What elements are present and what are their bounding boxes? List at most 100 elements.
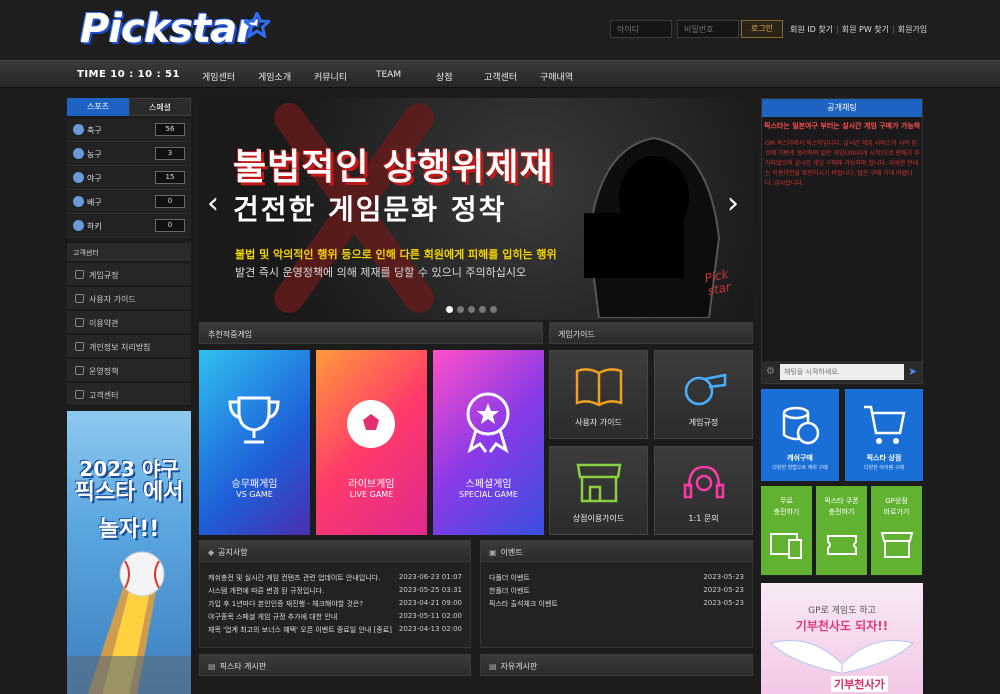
event-board: ▣ 이벤트 다폴더 이벤트 2023-05-23 한폴더 이벤트 2023-05-23… [480,540,753,648]
guide-shop-guide[interactable]: 상점이용가이드 [549,446,648,535]
card-subtitle: SPECIAL GAME [458,490,518,499]
cart-icon [864,405,906,444]
nav-item-customer[interactable]: 고객센터 [484,70,517,83]
card-live-game[interactable]: 라이브게임 LIVE GAME [316,350,427,535]
cs-item-terms[interactable]: 이용약관 [67,311,191,334]
nav-item-community[interactable]: 커뮤니티 [314,70,347,83]
banner-line-2: 픽스타 에서 [74,480,184,505]
sport-item-baseball[interactable]: 야구 15 [67,167,191,190]
cash-buy-button[interactable]: 캐쉬구매 다양한 방법으로 캐쉬 구매 [761,389,839,481]
tab-special[interactable]: 스페셜 [129,98,191,116]
tab-sports[interactable]: 스포츠 [67,98,129,116]
trophy-icon [228,396,280,444]
notice-row[interactable]: 가입 후 1년마다 본인인증 재진행 - 체크해야할 것은? 2023-04-21… [208,599,462,612]
card-vs-game[interactable]: 승무패게임 VS GAME [199,350,310,535]
nav-item-game-intro[interactable]: 게임소개 [258,70,291,83]
guide-inquiry[interactable]: 1:1 문의 [654,446,753,535]
event-title-text: 이벤트 [500,548,523,557]
sport-item-soccer[interactable]: 축구 56 [67,119,191,142]
event-row[interactable]: 픽스타 출석체크 이벤트 2023-05-23 [489,599,744,612]
guide-label: 1:1 문의 [688,514,719,523]
guide-user-guide[interactable]: 사용자 가이드 [549,350,648,439]
event-row[interactable]: 다폴더 이벤트 2023-05-23 [489,573,744,586]
free-charge-button[interactable]: 무료 충전하기 [761,486,812,575]
nav-item-orders[interactable]: 구매내역 [540,70,573,83]
notice-row[interactable]: 재목 '업계 최고의 보너스 혜택' 오픈 이벤트 종료일 안내 [종료] 202… [208,625,462,638]
guide-game-rules[interactable]: 게임규정 [654,350,753,439]
donation-banner[interactable]: GP로 게임도 하고 기부천사도 되자!! 기부천사가 [761,583,923,694]
password-input[interactable] [677,20,739,38]
card-special-game[interactable]: 스페셜게임 SPECIAL GAME [433,350,544,535]
slider-dot[interactable] [490,306,497,313]
sport-item-volleyball[interactable]: 배구 0 [67,191,191,214]
recommended-games-title: 추천적중게임 [199,322,543,344]
notice-row[interactable]: 시스템 개편에 따른 변경 된 규정입니다. 2023-05-25 03:31 [208,586,462,599]
notice-row[interactable]: 야구종목 스페셜 게임 규정 추가에 대한 안내 2023-05-11 02:00 [208,612,462,625]
slider-dot[interactable] [468,306,475,313]
notice-row[interactable]: 캐쉬충전 및 실시간 게임 컨텐츠 관련 업데이트 안내입니다. 2023-06-… [208,573,462,586]
signup-link[interactable]: 회원가입 [898,25,927,34]
cs-label: 고객센터 [89,391,119,400]
game-guide-title: 게임가이드 [549,322,753,344]
site-logo[interactable]: Pickstar [78,6,278,52]
nav-item-game-center[interactable]: 게임센터 [202,70,235,83]
sport-label: 야구 [87,174,102,183]
row-text: 재목 '업계 최고의 보너스 혜택' 오픈 이벤트 종료일 안내 [종료] [208,626,392,634]
sport-count: 0 [155,219,185,232]
cs-item-privacy[interactable]: 개인정보 처리방침 [67,335,191,358]
event-row[interactable]: 한폴더 이벤트 2023-05-23 [489,586,744,599]
shop-sublabel: 다양한 방법으로 캐쉬 구매 [772,465,828,471]
cs-item-user-guide[interactable]: 사용자 가이드 [67,287,191,310]
guide-label: 상점이용가이드 [572,514,625,523]
green-label: GP상점 바로가기 [883,497,910,516]
row-text: 시스템 개편에 따른 변경 된 규정입니다. [208,587,325,595]
sport-label: 배구 [87,198,102,207]
slider-dot-active[interactable] [446,306,453,313]
main-slider[interactable]: Pick star 불법적인 상행위제재 건전한 게임문화 정착 불법 및 악의… [199,98,753,320]
sport-item-basketball[interactable]: 농구 3 [67,143,191,166]
sport-item-hockey[interactable]: 하키 0 [67,215,191,238]
star-icon [244,12,270,38]
nav-item-team[interactable]: TEAM [376,70,401,80]
key-icon [75,342,84,351]
soccer-ball-icon [347,400,395,448]
banner-line-1: 2023 야구 [79,457,179,481]
slider-next-button[interactable]: › [727,186,739,221]
coupon-charge-button[interactable]: 픽스타 쿠폰 충전하기 [816,486,867,575]
cs-label: 게임규정 [89,271,119,280]
pickstar-shop-button[interactable]: 픽스타 상점 다양한 아이템 구매 [845,389,923,481]
find-id-link[interactable]: 회원 ID 찾기 [790,25,833,34]
slider-dot[interactable] [479,306,486,313]
gear-icon [75,366,84,375]
slider-prev-button[interactable]: ‹ [207,186,219,221]
row-date: 2023-05-25 03:31 [398,586,462,594]
baseball-banner[interactable]: 2023 야구 픽스타 에서 놀자!! [67,411,191,694]
book-icon [75,294,84,303]
login-button[interactable]: 로그인 [741,20,783,38]
row-text: 야구종목 스페셜 게임 규정 추가에 대한 안내 [208,613,338,621]
shop-label: 캐쉬구매 [787,454,813,462]
sports-tabs: 스포츠 스페셜 [67,98,191,116]
id-input[interactable] [610,20,672,38]
card-phone-icon [770,533,802,559]
send-button[interactable]: ➤ [908,365,917,378]
gp-shop-button[interactable]: GP상점 바로가기 [871,486,922,575]
main-nav: TIME 10 : 10 : 51 게임센터 게임소개 커뮤니티 TEAM 상점… [0,60,1000,88]
nav-item-shop[interactable]: 상점 [436,70,453,83]
find-pw-link[interactable]: 회원 PW 찾기 [842,25,889,34]
row-text: 캐쉬충전 및 실시간 게임 컨텐츠 관련 업데이트 안내입니다. [208,574,381,582]
chat-input-bar: ⚙ ➤ [762,361,922,383]
account-links: 회원 ID 찾기 | 회원 PW 찾기 | 회원가입 [790,25,928,34]
cs-item-game-rules[interactable]: 게임규정 [67,263,191,286]
hockey-icon [73,220,84,231]
open-book-icon [575,368,623,407]
green-label: 무료 충전하기 [773,497,800,516]
cs-item-policy[interactable]: 운영정책 [67,359,191,382]
document-icon [75,270,84,279]
board-title-text: 픽스타 게시판 [219,662,267,671]
chat-input[interactable] [780,364,904,380]
row-text: 픽스타 출석체크 이벤트 [489,600,558,608]
settings-icon[interactable]: ⚙ [766,366,775,377]
cs-item-support[interactable]: 고객센터 [67,383,191,406]
slider-dot[interactable] [457,306,464,313]
